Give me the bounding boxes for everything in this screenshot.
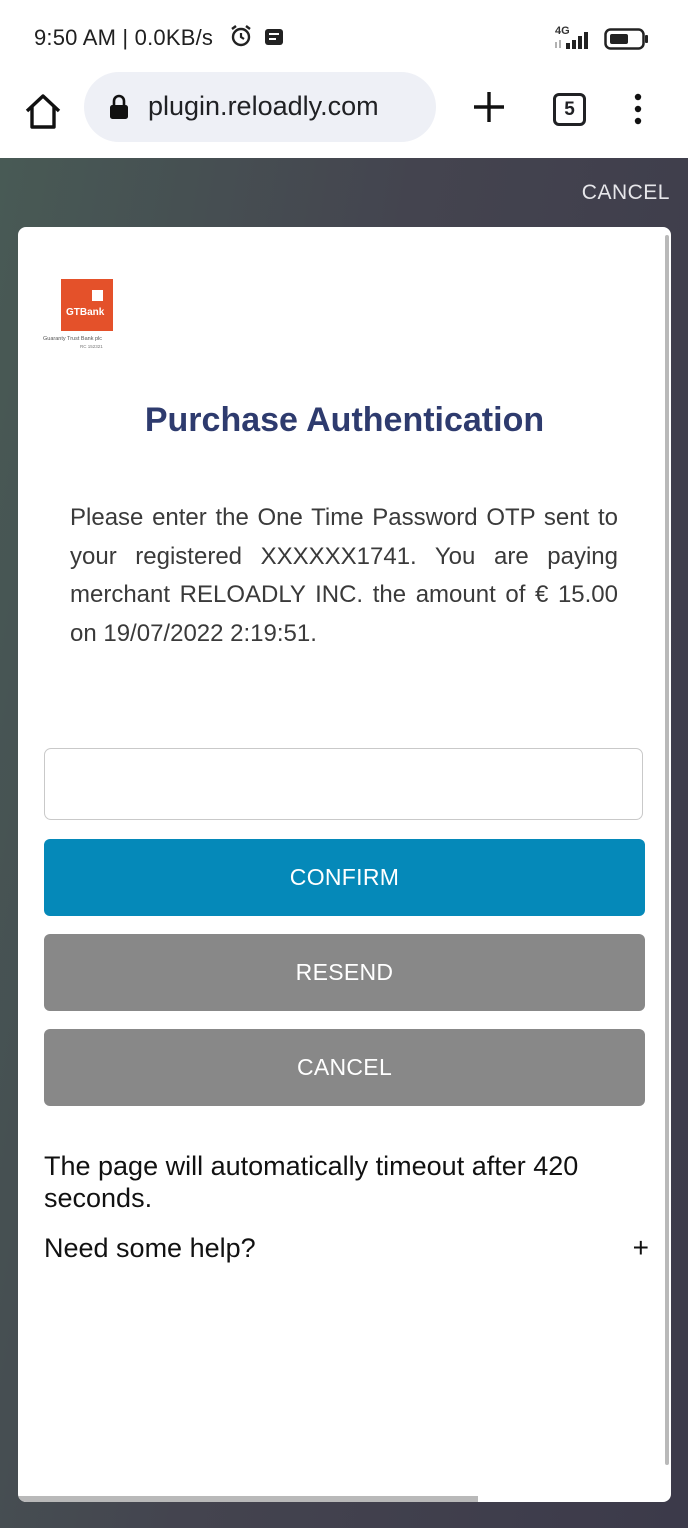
signal-icon (555, 32, 588, 49)
status-bar: 9:50 AM | 0.0KB/s 4G (0, 0, 688, 76)
lock-icon (110, 94, 128, 119)
card-scrollbar[interactable] (665, 235, 669, 1465)
help-toggle-label[interactable]: Need some help? (44, 1233, 256, 1264)
tab-switcher-button[interactable]: 5 (553, 93, 586, 126)
logo-square (92, 290, 103, 301)
timeout-notice: The page will automatically timeout afte… (44, 1151, 579, 1213)
help-expand-icon[interactable]: + (633, 1232, 649, 1264)
url-bar[interactable]: plugin.reloadly.com (84, 72, 436, 142)
logo-text: GTBank (66, 307, 105, 318)
alarm-icon (231, 25, 251, 47)
confirm-button[interactable]: CONFIRM (44, 839, 645, 916)
cancel-button[interactable]: CANCEL (44, 1029, 645, 1106)
otp-message: Please enter the One Time Password OTP s… (70, 504, 618, 647)
status-time: 9:50 AM | 0.0KB/s (34, 25, 214, 50)
authentication-card: GTBank Guaranty Trust Bank plc RC 152321… (18, 227, 671, 1502)
browser-toolbar: plugin.reloadly.com 5 (0, 72, 688, 158)
home-icon[interactable] (22, 90, 64, 132)
resend-button[interactable]: RESEND (44, 934, 645, 1011)
logo-subtitle-2: RC 152321 (80, 344, 103, 349)
menu-icon[interactable] (630, 92, 646, 126)
battery-icon (604, 28, 648, 50)
gtbank-logo: GTBank (61, 279, 113, 331)
otp-input[interactable] (44, 748, 643, 820)
plus-icon[interactable] (470, 88, 508, 126)
page-title: Purchase Authentication (144, 401, 545, 439)
url-text: plugin.reloadly.com (148, 91, 379, 121)
logo-subtitle: Guaranty Trust Bank plc (43, 336, 102, 342)
horizontal-scrollbar[interactable] (18, 1496, 478, 1502)
top-cancel-link[interactable]: CANCEL (582, 181, 670, 205)
notification-icon (265, 29, 283, 45)
